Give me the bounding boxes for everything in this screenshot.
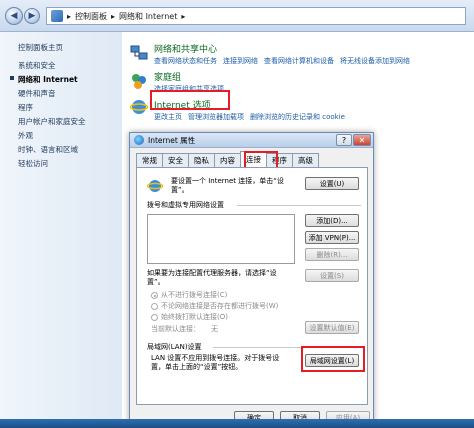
- link-manage-addons[interactable]: 管理浏览器加载项: [188, 113, 244, 121]
- sidebar: 控制面板主页 系统和安全 网络和 Internet 硬件和声音 程序 用户帐户和…: [0, 32, 122, 428]
- connections-list[interactable]: [147, 214, 295, 264]
- proxy-text-line1: 如果要为连接配置代理服务器，请选择“设: [147, 269, 277, 277]
- address-box[interactable]: ▸ 控制面板 ▸ 网络和 Internet ▸: [46, 7, 466, 25]
- back-arrow-icon: ◀: [10, 11, 18, 21]
- sidebar-item-programs[interactable]: 程序: [18, 102, 33, 113]
- link-view-network-computers[interactable]: 查看网络计算机和设备: [264, 57, 334, 65]
- link-view-network-status[interactable]: 查看网络状态和任务: [154, 57, 217, 65]
- category-links: 更改主页 管理浏览器加载项 删除浏览的历史记录和 cookie: [154, 112, 351, 122]
- sidebar-item-user-accounts[interactable]: 用户帐户和家庭安全: [18, 116, 86, 127]
- lan-group-label: 局域网(LAN)设置: [147, 343, 202, 351]
- internet-properties-dialog: Internet 属性 ? ✕ 常规 安全 隐私 内容 连接 程序 高级 要设置…: [129, 132, 374, 428]
- radio-label: 从不进行拨号连接(C): [161, 291, 228, 299]
- radio-dial-when-no-network[interactable]: [151, 303, 158, 310]
- radio-label: 不论网络连接是否存在都进行拨号(W): [161, 302, 279, 310]
- control-panel-icon: [51, 10, 63, 22]
- sidebar-item-network-internet[interactable]: 网络和 Internet: [18, 74, 78, 85]
- proxy-text-line2: 置”。: [147, 278, 165, 286]
- category-title[interactable]: 网络和共享中心: [154, 42, 217, 55]
- ie-icon: [134, 135, 144, 145]
- internet-connection-icon: [147, 180, 163, 192]
- network-sharing-icon: [130, 45, 148, 60]
- sidebar-item-clock-language[interactable]: 时钟、语言和区域: [18, 144, 78, 155]
- dialog-title: Internet 属性: [148, 135, 196, 145]
- setup-text-line1: 要设置一个 Internet 连接，单击“设: [171, 177, 284, 185]
- sidebar-item-ease-of-access[interactable]: 轻松访问: [18, 158, 48, 169]
- group-divider: [237, 205, 361, 206]
- remove-button[interactable]: 删除(R)...: [305, 248, 359, 261]
- current-default-label: 当前默认连接：: [151, 325, 200, 333]
- tab-general[interactable]: 常规: [136, 153, 163, 167]
- crumb-separator: ▸: [67, 11, 72, 21]
- sidebar-item-home[interactable]: 控制面板主页: [18, 42, 63, 53]
- dialog-tabs: 常规 安全 隐私 内容 连接 程序 高级: [136, 151, 319, 167]
- connections-panel: 要设置一个 Internet 连接，单击“设 置”。 设置(U) 拨号和虚拟专用…: [136, 167, 368, 405]
- set-default-button[interactable]: 设置默认值(E): [305, 321, 359, 334]
- settings-button[interactable]: 设置(S): [305, 269, 359, 282]
- highlight-internet-options: [150, 90, 230, 110]
- category-title[interactable]: 家庭组: [154, 70, 181, 83]
- current-default-value: 无: [211, 325, 218, 333]
- link-change-homepage[interactable]: 更改主页: [154, 113, 182, 121]
- crumb-separator: ▸: [111, 11, 116, 21]
- radio-always-dial-default[interactable]: [151, 314, 158, 321]
- taskbar: [0, 419, 474, 428]
- tab-advanced[interactable]: 高级: [292, 153, 319, 167]
- setup-text-line2: 置”。: [171, 186, 189, 194]
- setup-button[interactable]: 设置(U): [305, 177, 359, 190]
- sidebar-item-label: 网络和 Internet: [18, 75, 78, 84]
- breadcrumb-network-internet[interactable]: 网络和 Internet: [119, 11, 177, 22]
- current-item-bullet-icon: [10, 76, 14, 80]
- highlight-lan-settings: [301, 346, 365, 372]
- crumb-separator: ▸: [181, 11, 186, 21]
- link-add-wireless-device[interactable]: 将无线设备添加到网络: [340, 57, 410, 65]
- close-icon: ✕: [358, 135, 366, 145]
- tab-privacy[interactable]: 隐私: [188, 153, 215, 167]
- lan-text-line1: LAN 设置不应用到拨号连接。对于拨号设: [151, 354, 280, 362]
- breadcrumb-control-panel[interactable]: 控制面板: [75, 11, 107, 22]
- link-connect-network[interactable]: 连接到网络: [223, 57, 258, 65]
- tab-security[interactable]: 安全: [162, 153, 189, 167]
- tab-content[interactable]: 内容: [214, 153, 241, 167]
- link-delete-history[interactable]: 删除浏览的历史记录和 cookie: [250, 113, 345, 121]
- close-button[interactable]: ✕: [353, 134, 371, 146]
- dialup-group-label: 拨号和虚拟专用网络设置: [147, 201, 224, 209]
- back-button[interactable]: ◀: [5, 7, 23, 25]
- category-links: 查看网络状态和任务 连接到网络 查看网络计算机和设备 将无线设备添加到网络: [154, 56, 416, 66]
- homegroup-icon: [132, 74, 146, 89]
- sidebar-item-system-security[interactable]: 系统和安全: [18, 60, 56, 71]
- help-button[interactable]: ?: [336, 134, 352, 146]
- add-vpn-button[interactable]: 添加 VPN(P)...: [305, 231, 359, 244]
- forward-button[interactable]: ▶: [24, 8, 40, 24]
- sidebar-item-hardware-sound[interactable]: 硬件和声音: [18, 88, 56, 99]
- forward-arrow-icon: ▶: [28, 11, 36, 21]
- address-bar: ◀ ▶ ▸ 控制面板 ▸ 网络和 Internet ▸: [0, 0, 474, 32]
- radio-never-dial[interactable]: [151, 292, 158, 299]
- radio-label: 始终拨打默认连接(O): [161, 313, 228, 321]
- help-icon: ?: [341, 135, 347, 145]
- internet-options-icon: [130, 100, 148, 114]
- lan-text-line2: 置，单击上面的“设置”按钮。: [151, 363, 243, 371]
- sidebar-item-appearance[interactable]: 外观: [18, 130, 33, 141]
- category-network-sharing: 网络和共享中心 查看网络状态和任务 连接到网络 查看网络计算机和设备 将无线设备添加到…: [130, 42, 470, 68]
- add-button[interactable]: 添加(D)...: [305, 214, 359, 227]
